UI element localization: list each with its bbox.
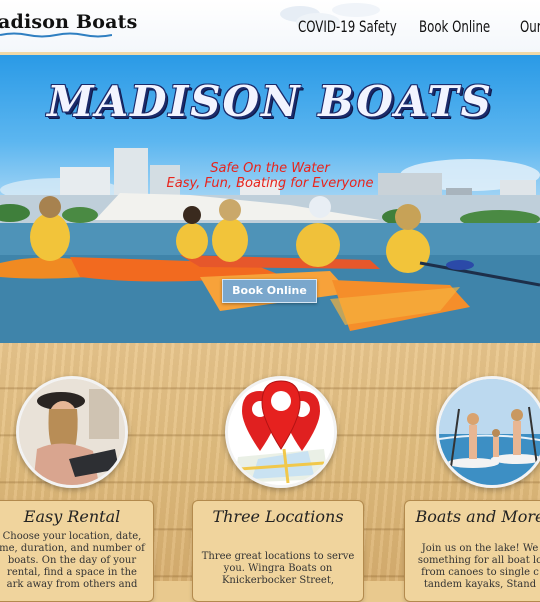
card-easy-rental: Easy Rental Choose your location, date, … <box>0 500 154 602</box>
nav-covid-safety[interactable]: COVID-19 Safety <box>298 17 397 39</box>
card-three-locations-line-1: Three great locations to serve <box>201 551 355 562</box>
hero-tagline-1: Safe On the Water <box>210 161 330 176</box>
map-pins-icon <box>228 379 334 485</box>
locations-photo <box>225 376 337 488</box>
nav-our[interactable]: Our <box>520 17 540 39</box>
rental-photo <box>16 376 128 488</box>
book-online-button[interactable]: Book Online <box>222 279 317 303</box>
card-three-locations: Three Locations Three great locations to… <box>192 500 364 602</box>
site-header: adison Boats COVID-19 Safety Book Online… <box>0 0 540 55</box>
hero-tagline-2: Easy, Fun, Boating for Everyone <box>166 176 374 191</box>
card-easy-rental-title: Easy Rental <box>23 507 121 526</box>
card-three-locations-title: Three Locations <box>212 507 344 526</box>
card-boats-and-more: Boats and More Join us on the lake! We s… <box>404 500 540 602</box>
card-three-locations-line-3: Knickerbocker Street, <box>221 575 335 586</box>
card-boats-and-more-line-1: Join us on the lake! We <box>421 543 539 554</box>
nav-book-online[interactable]: Book Online <box>419 17 490 39</box>
card-easy-rental-line-1: Choose your location, date, <box>2 531 142 542</box>
card-three-locations-line-2: you. Wingra Boats on <box>223 563 333 574</box>
card-easy-rental-line-3: boats. On the day of your <box>7 555 137 566</box>
card-boats-and-more-line-2: something for all boat lo <box>417 555 540 566</box>
site-logo[interactable]: adison Boats <box>0 11 138 33</box>
boats-photo <box>436 376 540 488</box>
hero-title: MADISON BOATS <box>47 77 493 126</box>
card-easy-rental-line-4: rental, find a space in the <box>7 567 137 578</box>
logo-text: adison Boats <box>0 11 138 33</box>
woman-laptop-icon <box>19 379 125 485</box>
card-easy-rental-line-2: me, duration, and number of <box>0 543 145 554</box>
card-boats-and-more-line-3: from canoes to single c <box>421 567 539 578</box>
logo-wave-icon <box>0 32 112 38</box>
hero-banner: MADISON BOATS Safe On the Water Easy, Fu… <box>0 55 540 343</box>
card-boats-and-more-title: Boats and More <box>415 507 540 526</box>
paddleboard-icon <box>439 379 540 485</box>
